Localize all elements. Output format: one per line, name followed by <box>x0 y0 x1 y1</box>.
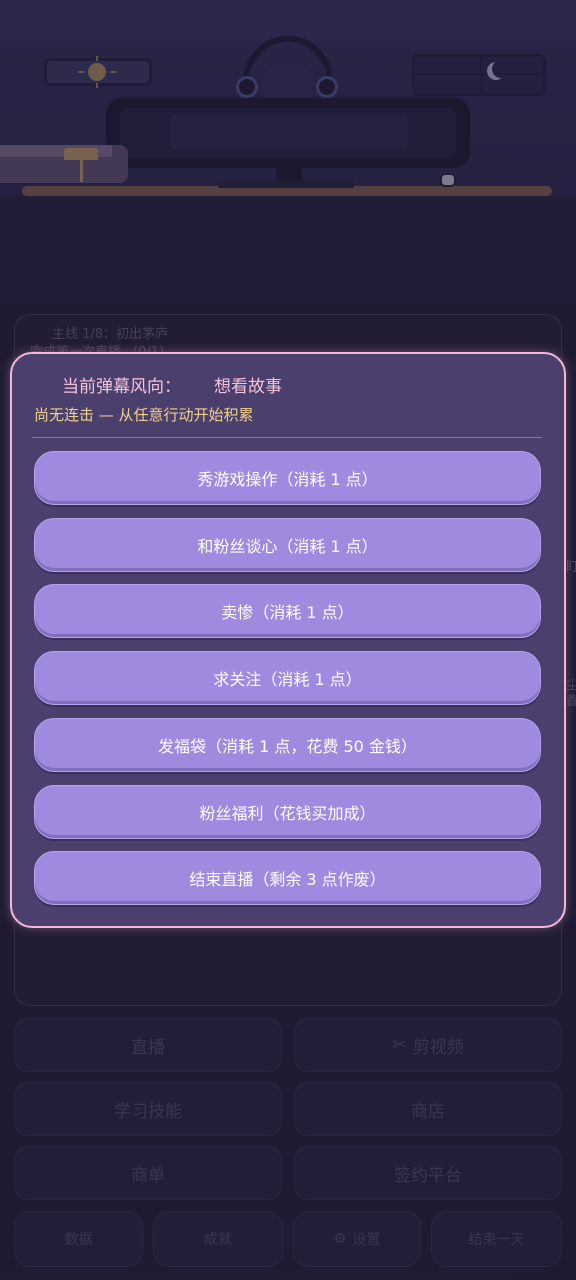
danmaku-trend-value: 想看故事 <box>214 377 282 397</box>
action-label: 粉丝福利（花钱买加成） <box>199 804 376 823</box>
action-label: 卖惨（消耗 1 点） <box>221 603 354 622</box>
action-ask-follow-button[interactable]: 求关注（消耗 1 点） <box>34 651 541 705</box>
action-fan-perks-button[interactable]: 粉丝福利（花钱买加成） <box>34 785 541 839</box>
live-action-modal <box>10 352 566 928</box>
action-label: 求关注（消耗 1 点） <box>213 670 362 689</box>
action-chat-with-fans-button[interactable]: 和粉丝谈心（消耗 1 点） <box>34 518 541 572</box>
action-label: 发福袋（消耗 1 点，花费 50 金钱） <box>158 737 417 756</box>
action-show-gameplay-button[interactable]: 秀游戏操作（消耗 1 点） <box>34 451 541 505</box>
action-end-live-button[interactable]: 结束直播（剩余 3 点作废） <box>34 851 541 905</box>
combo-status: 尚无连击 — 从任意行动开始积累 <box>34 406 254 424</box>
action-sob-story-button[interactable]: 卖惨（消耗 1 点） <box>34 584 541 638</box>
action-label: 和粉丝谈心（消耗 1 点） <box>197 537 378 556</box>
divider <box>32 437 542 438</box>
action-label: 秀游戏操作（消耗 1 点） <box>197 470 378 489</box>
action-lucky-bag-button[interactable]: 发福袋（消耗 1 点，花费 50 金钱） <box>34 718 541 772</box>
action-label: 结束直播（剩余 3 点作废） <box>189 870 386 889</box>
danmaku-trend-label: 当前弹幕风向： <box>62 377 181 397</box>
